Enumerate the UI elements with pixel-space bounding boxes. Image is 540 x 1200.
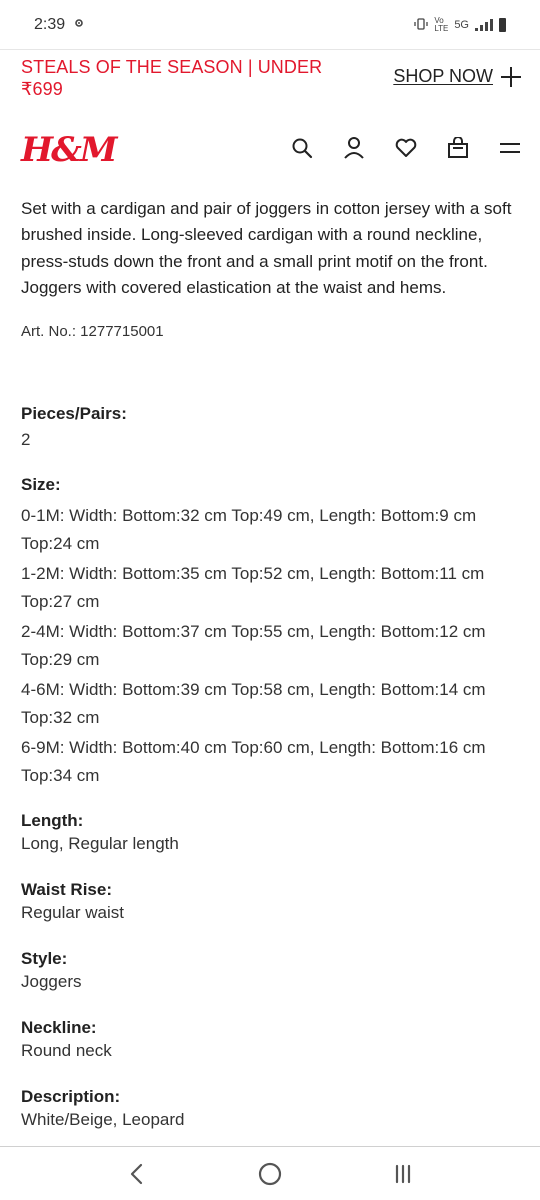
product-details: Set with a cardigan and pair of joggers … [21,196,521,1132]
product-description: Set with a cardigan and pair of joggers … [21,199,512,297]
recent-apps-icon[interactable] [383,1154,423,1194]
attr-neckline: Neckline: Round neck [21,1017,521,1063]
account-icon[interactable] [343,136,365,160]
signal-icon [475,19,493,31]
attr-style: Style: Joggers [21,948,521,994]
attr-description: Description: White/Beige, Leopard [21,1086,521,1132]
header-icons [291,136,521,160]
promo-banner[interactable]: STEALS OF THE SEASON | UNDER ₹699 SHOP N… [21,56,521,104]
attr-value: White/Beige, Leopard [21,1110,185,1130]
back-icon[interactable] [117,1154,157,1194]
size-line: 2-4M: Width: Bottom:37 cm Top:55 cm, Len… [21,622,486,670]
attr-label: Style: [21,949,68,969]
attr-label: Length: [21,811,84,831]
battery-icon [499,18,506,32]
size-line: 1-2M: Width: Bottom:35 cm Top:52 cm, Len… [21,564,485,612]
attr-pieces: Pieces/Pairs: 2 [21,403,521,452]
attr-value: Long, Regular length [21,834,179,854]
attr-length: Length: Long, Regular length [21,810,521,856]
heart-icon[interactable] [395,138,417,158]
attr-label: Size: [21,475,61,495]
size-line: 0-1M: Width: Bottom:32 cm Top:49 cm, Len… [21,506,477,554]
attr-label: Pieces/Pairs: [21,404,127,424]
size-line: 4-6M: Width: Bottom:39 cm Top:58 cm, Len… [21,680,486,728]
home-icon[interactable] [250,1154,290,1194]
attr-label: Description: [21,1087,121,1107]
site-header: H&M [21,128,521,174]
system-nav-bar [0,1147,540,1200]
status-divider [0,49,540,50]
menu-icon[interactable] [499,140,521,156]
attr-label: Waist Rise: [21,880,113,900]
attr-value: 2 [21,430,31,450]
plus-icon[interactable] [501,66,521,87]
shopping-bag-icon[interactable] [447,137,469,159]
attr-size: Size: 0-1M: Width: Bottom:32 cm Top:49 c… [21,474,521,790]
size-line: 6-9M: Width: Bottom:40 cm Top:60 cm, Len… [21,738,486,786]
settings-gear-icon [73,16,85,34]
attr-waist-rise: Waist Rise: Regular waist [21,879,521,925]
article-number: Art. No.: 1277715001 [21,323,164,341]
attr-value: Regular waist [21,903,124,923]
status-time: 2:39 [34,16,66,33]
attr-label: Neckline: [21,1018,97,1038]
shop-now-label[interactable]: SHOP NOW [393,66,493,87]
vibrate-icon [414,17,428,33]
shop-now-button[interactable]: SHOP NOW [393,66,521,87]
volte-label: Vo LTE [434,16,449,33]
search-icon[interactable] [291,137,313,159]
status-bar: 2:39 Vo LTE 5G [0,0,540,50]
hm-logo[interactable]: H&M [21,130,117,170]
network-label: 5G [454,19,469,31]
promo-text: STEALS OF THE SEASON | UNDER ₹699 [21,57,323,99]
attr-value: Joggers [21,972,82,992]
attr-value: Round neck [21,1041,112,1061]
